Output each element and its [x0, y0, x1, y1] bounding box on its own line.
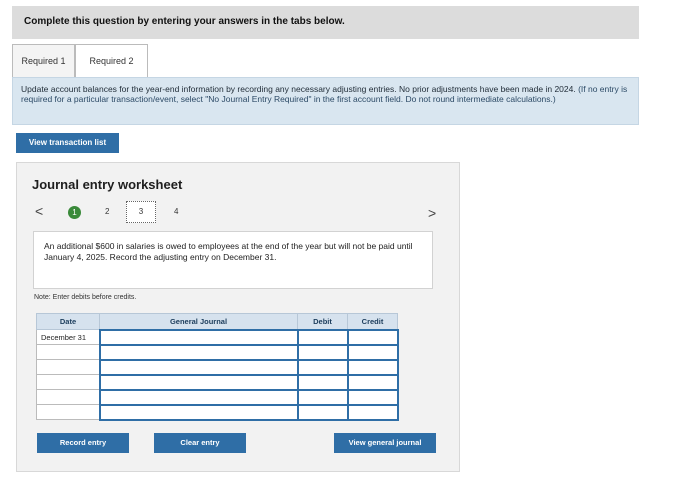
date-cell	[36, 389, 100, 405]
debit-input[interactable]	[296, 373, 349, 391]
view-transaction-list-button[interactable]: View transaction list	[16, 133, 119, 153]
table-row	[36, 343, 399, 361]
chevron-left-icon[interactable]: <	[35, 203, 43, 219]
header-credit: Credit	[347, 313, 398, 330]
step-4[interactable]: 4	[174, 207, 178, 216]
transaction-description: An additional $600 in salaries is owed t…	[33, 231, 433, 289]
account-input[interactable]	[98, 403, 299, 421]
debit-input[interactable]	[296, 328, 349, 346]
account-input[interactable]	[98, 343, 299, 361]
account-input[interactable]	[98, 328, 299, 346]
journal-entry-worksheet: Journal entry worksheet < 1 2 3 4 An add…	[16, 162, 460, 472]
credit-input[interactable]	[346, 358, 399, 376]
credit-input[interactable]	[346, 373, 399, 391]
debit-input[interactable]	[296, 388, 349, 406]
credit-input[interactable]	[346, 388, 399, 406]
tab-required-2[interactable]: Required 2	[75, 44, 148, 77]
chevron-right-icon[interactable]: >	[428, 205, 436, 221]
step-3-current[interactable]: 3	[126, 201, 156, 223]
step-1-complete[interactable]: 1	[68, 206, 81, 219]
question-header: Complete this question by entering your …	[12, 6, 639, 39]
debit-input[interactable]	[296, 403, 349, 421]
credit-input[interactable]	[346, 328, 399, 346]
credit-input[interactable]	[346, 403, 399, 421]
journal-table: Date General Journal Debit Credit Decemb…	[36, 313, 399, 421]
record-entry-button[interactable]: Record entry	[37, 433, 129, 453]
view-general-journal-button[interactable]: View general journal	[334, 433, 436, 453]
credit-input[interactable]	[346, 343, 399, 361]
date-cell: December 31	[36, 329, 100, 345]
table-row: December 31	[36, 328, 399, 346]
table-row	[36, 388, 399, 406]
instructions-text: Update account balances for the year-end…	[21, 84, 579, 94]
header-date: Date	[36, 313, 100, 330]
clear-entry-button[interactable]: Clear entry	[154, 433, 246, 453]
account-input[interactable]	[98, 358, 299, 376]
date-cell	[36, 404, 100, 420]
debit-input[interactable]	[296, 358, 349, 376]
worksheet-title: Journal entry worksheet	[32, 177, 183, 192]
account-input[interactable]	[98, 388, 299, 406]
debit-input[interactable]	[296, 343, 349, 361]
table-row	[36, 373, 399, 391]
date-cell	[36, 359, 100, 375]
header-general-journal: General Journal	[99, 313, 298, 330]
note-debits-before-credits: Note: Enter debits before credits.	[34, 294, 137, 301]
step-2[interactable]: 2	[105, 207, 109, 216]
table-row	[36, 358, 399, 376]
account-input[interactable]	[98, 373, 299, 391]
tab-required-1[interactable]: Required 1	[12, 44, 75, 77]
date-cell	[36, 344, 100, 360]
header-debit: Debit	[297, 313, 348, 330]
table-row	[36, 403, 399, 421]
instructions-panel: Update account balances for the year-end…	[12, 77, 639, 125]
date-cell	[36, 374, 100, 390]
